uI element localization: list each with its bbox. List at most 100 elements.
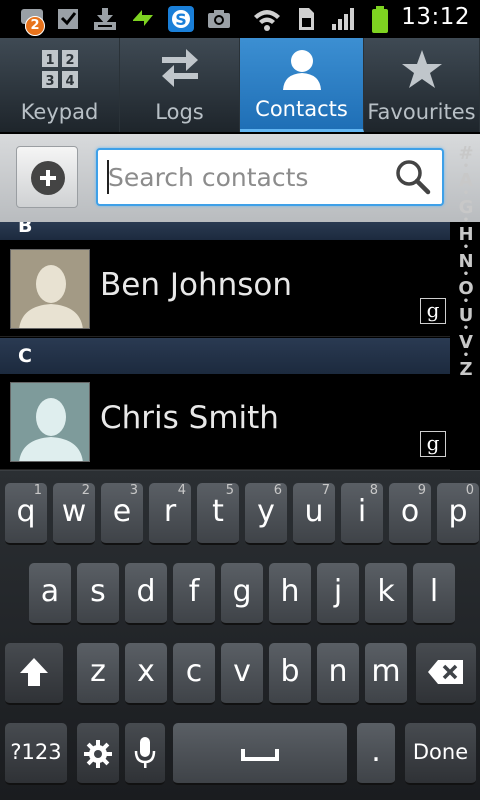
- key-n[interactable]: n: [317, 643, 359, 705]
- gear-icon: [84, 740, 112, 768]
- svg-text:1: 1: [45, 53, 54, 68]
- tab-keypad[interactable]: 1 2 3 4 Keypad: [0, 38, 120, 132]
- key-d[interactable]: d: [125, 563, 167, 625]
- key-s[interactable]: s: [77, 563, 119, 625]
- key-d-label: d: [136, 574, 156, 609]
- key-x-label: x: [137, 654, 155, 689]
- key-v-label: v: [233, 654, 251, 689]
- key-r-label: r: [163, 494, 177, 529]
- key-w[interactable]: w2: [53, 483, 95, 545]
- tab-contacts[interactable]: Contacts: [240, 38, 364, 132]
- key-n-label: n: [328, 654, 348, 689]
- key-i-label: i: [357, 494, 367, 529]
- done-key[interactable]: Done: [405, 723, 476, 785]
- tab-logs[interactable]: Logs: [120, 38, 240, 132]
- status-bar: 2 S 13:12: [0, 0, 480, 38]
- key-g-label: g: [232, 574, 252, 609]
- key-a-label: a: [40, 574, 60, 609]
- checkbox-icon: [56, 6, 80, 32]
- key-hint: 3: [129, 483, 138, 498]
- search-icon[interactable]: [394, 158, 432, 200]
- contact-row[interactable]: Chris Smith g: [0, 374, 450, 470]
- key-z-label: z: [90, 654, 106, 689]
- period-key[interactable]: .: [357, 723, 395, 785]
- tab-bar: 1 2 3 4 Keypad Logs Contacts Favourites: [0, 38, 480, 132]
- alphabet-index[interactable]: # • A • G • H • N • O • U • V • Z: [452, 144, 480, 394]
- key-u[interactable]: u7: [293, 483, 335, 545]
- tab-logs-label: Logs: [155, 100, 204, 124]
- key-i[interactable]: i8: [341, 483, 383, 545]
- key-j-label: j: [333, 574, 343, 609]
- key-hint: 8: [369, 483, 378, 498]
- key-t[interactable]: t5: [197, 483, 239, 545]
- camera-icon: [206, 6, 232, 32]
- contact-avatar: [10, 382, 90, 462]
- tab-favourites-label: Favourites: [367, 100, 476, 124]
- key-b-label: b: [280, 654, 300, 689]
- key-h[interactable]: h: [269, 563, 311, 625]
- sim-icon: [296, 6, 316, 32]
- key-z[interactable]: z: [77, 643, 119, 705]
- key-b[interactable]: b: [269, 643, 311, 705]
- key-hint: 5: [225, 483, 234, 498]
- symbols-key-label: ?123: [10, 740, 62, 764]
- key-r[interactable]: r4: [149, 483, 191, 545]
- key-y[interactable]: y6: [245, 483, 287, 545]
- key-hint: 7: [321, 483, 330, 498]
- key-u-label: u: [304, 494, 324, 529]
- svg-text:3: 3: [45, 74, 54, 89]
- settings-key[interactable]: [77, 723, 119, 785]
- wifi-icon: [252, 6, 282, 32]
- key-g[interactable]: g: [221, 563, 263, 625]
- key-s-label: s: [90, 574, 106, 609]
- index-letter[interactable]: Z: [452, 360, 480, 379]
- signal-icon: [330, 6, 356, 32]
- key-m[interactable]: m: [365, 643, 407, 705]
- sync-icon: [130, 6, 156, 32]
- space-key[interactable]: [173, 723, 347, 785]
- key-e[interactable]: e3: [101, 483, 143, 545]
- contact-name: Chris Smith: [100, 400, 279, 436]
- key-j[interactable]: j: [317, 563, 359, 625]
- key-f-label: f: [188, 574, 200, 609]
- symbols-key[interactable]: ?123: [5, 723, 67, 785]
- contact-row[interactable]: Ben Johnson g: [0, 241, 450, 337]
- key-m-label: m: [371, 654, 401, 689]
- logs-arrows-icon: [158, 48, 202, 94]
- tab-favourites[interactable]: Favourites: [364, 38, 480, 132]
- svg-text:4: 4: [65, 74, 74, 89]
- google-account-icon: g: [420, 298, 446, 324]
- key-v[interactable]: v: [221, 643, 263, 705]
- shift-key[interactable]: [5, 643, 63, 705]
- add-contact-button[interactable]: [16, 146, 78, 208]
- key-a[interactable]: a: [29, 563, 71, 625]
- google-account-icon: g: [420, 431, 446, 457]
- download-icon: [92, 6, 118, 32]
- key-p-label: p: [448, 494, 468, 529]
- search-field[interactable]: [96, 148, 444, 206]
- soft-keyboard: q 1 w 2 e 3 r 4 t 5 y 6 u 7 i 8 o 9 p 0 a s d f g h j k l z x c v b n m ?123…: [0, 470, 480, 800]
- key-q-label: q: [16, 494, 36, 529]
- search-bar: [0, 134, 480, 222]
- voice-input-key[interactable]: [125, 723, 165, 785]
- key-c[interactable]: c: [173, 643, 215, 705]
- microphone-icon: [134, 737, 156, 768]
- key-hint: 1: [33, 483, 42, 498]
- key-p[interactable]: p0: [437, 483, 479, 545]
- key-t-label: t: [212, 494, 224, 529]
- key-f[interactable]: f: [173, 563, 215, 625]
- key-q[interactable]: q1: [5, 483, 47, 545]
- status-time: 13:12: [401, 4, 470, 30]
- section-header-c: C: [0, 338, 450, 374]
- search-input[interactable]: [108, 158, 388, 196]
- backspace-key[interactable]: [416, 643, 476, 705]
- key-l[interactable]: l: [413, 563, 455, 625]
- skype-icon: S: [168, 6, 194, 32]
- tab-contacts-label: Contacts: [255, 97, 348, 121]
- section-header-b: B: [0, 222, 450, 240]
- key-c-label: c: [185, 654, 203, 689]
- key-o[interactable]: o9: [389, 483, 431, 545]
- key-x[interactable]: x: [125, 643, 167, 705]
- period-key-label: .: [371, 734, 381, 769]
- key-k[interactable]: k: [365, 563, 407, 625]
